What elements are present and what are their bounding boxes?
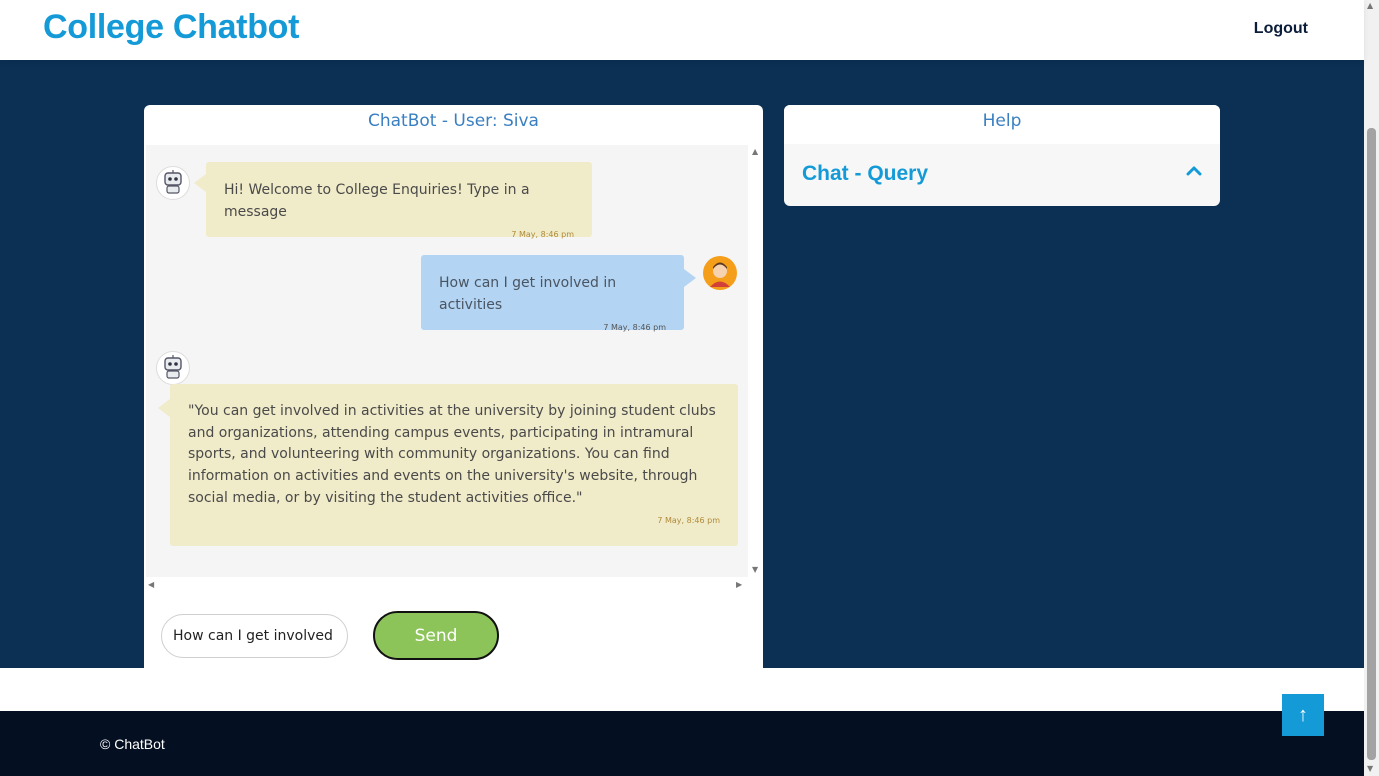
message-time: 7 May, 8:46 pm <box>511 230 574 240</box>
message-time: 7 May, 8:46 pm <box>603 323 666 333</box>
message-text: "You can get involved in activities at t… <box>188 403 716 506</box>
scroll-down-icon[interactable]: ▼ <box>1367 764 1373 773</box>
chevron-up-icon[interactable] <box>1186 163 1202 179</box>
help-card: Help Chat - Query <box>784 105 1220 206</box>
user-icon <box>703 256 737 290</box>
help-title: Help <box>784 105 1220 144</box>
copyright-text: © ChatBot <box>100 736 165 752</box>
message-text: Hi! Welcome to College Enquiries! Type i… <box>224 182 530 220</box>
chat-messages[interactable]: Hi! Welcome to College Enquiries! Type i… <box>146 145 748 577</box>
scroll-down-icon[interactable]: ▼ <box>752 565 758 574</box>
chat-title: ChatBot - User: Siva <box>368 111 539 131</box>
scroll-up-icon[interactable]: ▲ <box>752 147 758 156</box>
chat-card: ChatBot - User: Siva Hi! Welcome to Coll… <box>144 105 763 692</box>
chat-vertical-scrollbar[interactable]: ▲ ▼ <box>748 145 763 577</box>
site-header: College Chatbot Logout <box>0 0 1364 60</box>
brand-logo[interactable]: College Chatbot <box>43 8 299 47</box>
scroll-up-icon[interactable]: ▲ <box>1367 1 1373 10</box>
main-section: ChatBot - User: Siva Hi! Welcome to Coll… <box>0 60 1364 692</box>
bubble-tail <box>158 399 170 417</box>
message-text: How can I get involved in activities <box>439 275 617 313</box>
robot-icon <box>156 351 190 385</box>
message-time: 7 May, 8:46 pm <box>657 516 720 526</box>
chat-message-bot: Hi! Welcome to College Enquiries! Type i… <box>206 162 592 239</box>
send-button[interactable]: Send <box>373 611 499 660</box>
robot-icon <box>156 166 190 200</box>
chat-horizontal-scrollbar[interactable]: ◀ ▶ <box>146 577 748 592</box>
logout-link[interactable]: Logout <box>1254 20 1308 38</box>
message-input[interactable] <box>161 614 348 658</box>
chat-message-user: How can I get involved in activities 7 M… <box>421 255 684 332</box>
page-scrollbar[interactable]: ▲ ▼ <box>1364 0 1379 776</box>
site-footer: © ChatBot <box>0 711 1364 776</box>
chat-message-bot: "You can get involved in activities at t… <box>170 384 738 546</box>
arrow-up-icon: ↑ <box>1298 703 1308 726</box>
scroll-right-icon[interactable]: ▶ <box>736 580 742 589</box>
back-to-top-button[interactable]: ↑ <box>1282 694 1324 736</box>
chat-query-heading[interactable]: Chat - Query <box>802 162 928 186</box>
scrollbar-thumb[interactable] <box>1367 128 1376 760</box>
bubble-tail <box>684 269 696 287</box>
page-spacer <box>0 668 1364 711</box>
scroll-left-icon[interactable]: ◀ <box>148 580 154 589</box>
bubble-tail <box>194 174 206 192</box>
